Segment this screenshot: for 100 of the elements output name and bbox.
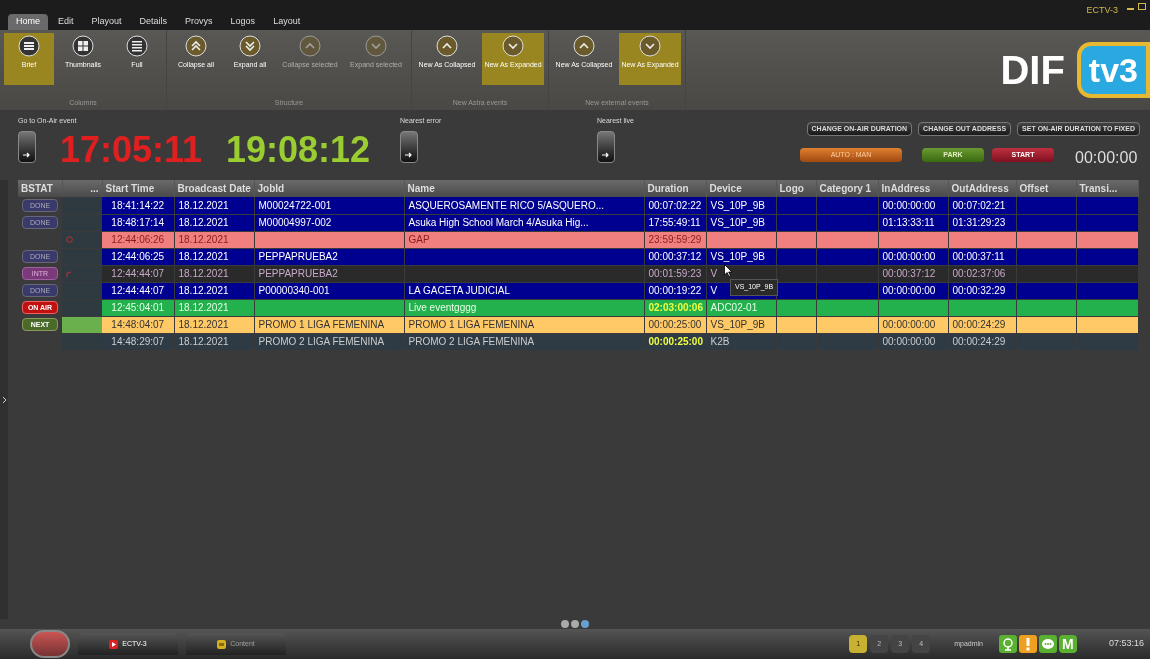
arrow-right-icon: [602, 151, 610, 158]
grid-icon: [72, 35, 94, 57]
column-header[interactable]: OutAddress: [951, 183, 1009, 194]
window-title: ECTV-3: [1086, 4, 1118, 17]
table-cell: PROMO 1 LIGA FEMENINA: [258, 319, 385, 330]
table-cell: ASQUEROSAMENTE RICO 5/ASQUERO...: [408, 199, 605, 211]
table-cell: 00:00:32:29: [952, 285, 1006, 296]
menu-tab[interactable]: Provys: [177, 14, 221, 30]
table-cell: 18:41:14:22: [111, 199, 165, 211]
column-header[interactable]: BSTAT: [21, 183, 53, 194]
table-cell: M00004997-002: [258, 217, 332, 228]
table-cell: 00:00:00:00: [882, 251, 936, 262]
table-cell: 18.12.2021: [178, 234, 229, 245]
table-cell: 00:07:02:22: [648, 199, 702, 211]
app-logo: [30, 630, 70, 658]
chevron-down-icon: [365, 35, 387, 57]
double-chevron-down-icon: [239, 35, 261, 57]
table-cell: V: [710, 285, 718, 296]
logo-badge: tv3: [1076, 42, 1150, 98]
table-cell: 00:00:37:12: [648, 251, 702, 262]
globe-icon[interactable]: [998, 635, 1017, 653]
chevron-up-icon: [436, 35, 458, 57]
table-cell: PROMO 2 LIGA FEMENINA: [408, 336, 535, 347]
column-header[interactable]: Start Time: [105, 183, 155, 194]
menu-tab[interactable]: Logos: [222, 14, 264, 30]
table-cell: 00:00:00:00: [882, 336, 936, 347]
table-cell: PROMO 1 LIGA FEMENINA: [408, 319, 535, 330]
remaining-time-clock: 19:08:12: [226, 132, 371, 168]
table-cell: VS_10P_9B: [710, 217, 765, 228]
status-badge[interactable]: M: [1058, 635, 1077, 653]
table-cell: K2B: [710, 336, 730, 347]
table-cell: 12:44:44:07: [111, 268, 165, 279]
table-cell: 00:00:25:00: [648, 319, 702, 330]
table-cell: 00:00:19:22: [648, 285, 702, 296]
table-cell: 18.12.2021: [178, 199, 229, 211]
table-cell: 00:00:24:29: [952, 319, 1006, 330]
table-cell: 00:07:02:21: [952, 199, 1006, 211]
column-header[interactable]: Category 1: [819, 183, 872, 194]
table-cell: 12:44:44:07: [111, 285, 165, 296]
column-header[interactable]: JobId: [257, 183, 285, 194]
table-cell: 02:03:00:06: [648, 302, 703, 313]
jump-button[interactable]: [400, 130, 418, 163]
table-cell: PROMO 2 LIGA FEMENINA: [258, 336, 385, 347]
table-cell: 12:44:06:26: [111, 234, 165, 245]
table-cell: 00:00:24:29: [952, 336, 1006, 347]
menu-tab[interactable]: Layout: [265, 14, 309, 30]
table-cell: 18.12.2021: [178, 319, 229, 330]
table-cell: V: [710, 268, 718, 279]
table-cell: VS_10P_9B: [710, 199, 765, 211]
table-cell: 18:48:17:14: [111, 217, 165, 228]
column-header[interactable]: Transi...: [1079, 183, 1118, 194]
table-cell: 23:59:59:29: [648, 234, 702, 245]
alert-icon[interactable]: [1018, 635, 1037, 653]
table-cell: 18.12.2021: [178, 302, 229, 313]
column-header[interactable]: Duration: [647, 183, 689, 194]
column-header[interactable]: Device: [709, 183, 742, 194]
column-header[interactable]: Broadcast Date: [177, 183, 251, 194]
column-header[interactable]: Name: [407, 183, 435, 194]
table-cell: 12:44:06:25: [111, 251, 165, 262]
jump-button[interactable]: [597, 130, 615, 163]
interrupt-marker-icon: [66, 270, 72, 277]
gap-marker-icon: [66, 236, 73, 243]
table-cell: 00:00:37:11: [952, 251, 1005, 262]
table-cell: 18.12.2021: [178, 217, 229, 228]
menu-tab[interactable]: Playout: [83, 14, 130, 30]
table-cell: ADC02-01: [710, 302, 758, 313]
menu-tab[interactable]: Edit: [50, 14, 82, 30]
logo-text: DIF: [1000, 50, 1065, 90]
folder-icon: [217, 639, 227, 649]
jump-button[interactable]: [18, 130, 36, 163]
table-cell: 00:00:00:00: [882, 285, 936, 296]
table-cell: 18.12.2021: [178, 268, 229, 279]
table-cell: Live eventgggg: [408, 302, 477, 313]
table-cell: 18.12.2021: [178, 336, 229, 347]
column-header[interactable]: InAddress: [881, 183, 931, 194]
menu-tab[interactable]: Details: [131, 14, 176, 30]
table-cell: 14:48:29:07: [111, 336, 165, 347]
table-cell: VS_10P_9B: [710, 251, 765, 262]
chat-icon[interactable]: [1038, 635, 1057, 653]
list-icon: [18, 35, 40, 57]
double-chevron-up-icon: [185, 35, 207, 57]
arrow-right-icon: [23, 151, 31, 158]
table-cell: 00:02:37:06: [952, 268, 1006, 279]
column-header[interactable]: Offset: [1019, 183, 1049, 194]
table-cell: 18.12.2021: [178, 285, 229, 296]
table-cell: M00024722-001: [258, 199, 332, 211]
mouse-cursor-icon: [724, 264, 733, 277]
clock-time: 07:53:16: [1108, 637, 1144, 651]
table-cell: Asuka High School March 4/Asuka Hig...: [408, 217, 589, 228]
menu-tab[interactable]: Home: [8, 14, 48, 30]
timer-display: 00:00:00: [1075, 148, 1138, 168]
table-cell: 00:00:37:12: [882, 268, 936, 279]
current-time-clock: 17:05:11: [60, 132, 203, 168]
restore-icon[interactable]: [1138, 3, 1146, 10]
table-cell: GAP: [408, 234, 430, 245]
column-header[interactable]: ...: [90, 183, 99, 194]
table-cell: 12:45:04:01: [111, 302, 165, 313]
column-header[interactable]: Logo: [779, 183, 804, 194]
table-cell: 00:00:00:00: [882, 319, 936, 330]
table-cell: 01:13:33:11: [882, 217, 935, 228]
